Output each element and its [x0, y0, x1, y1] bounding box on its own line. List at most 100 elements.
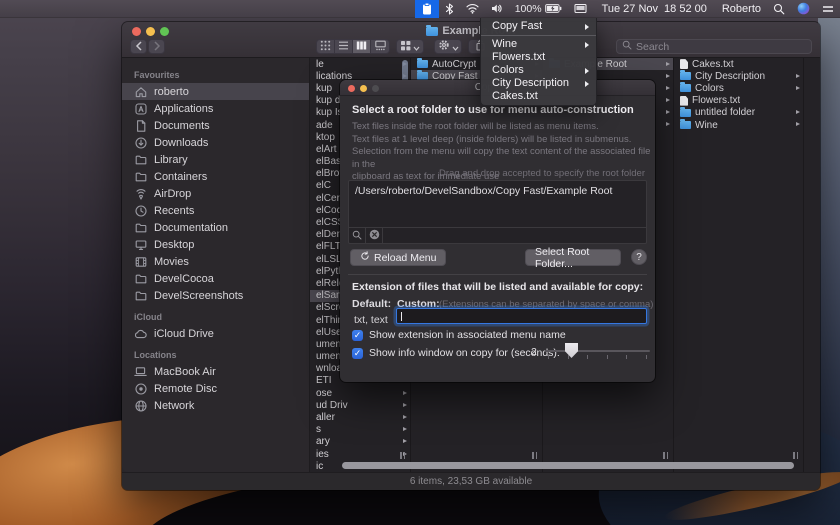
sidebar-item-label: Desktop — [154, 239, 194, 251]
desktop: 100% Tue 27 Nov 18 52 00 Roberto E — [0, 0, 840, 525]
back-button[interactable] — [130, 39, 147, 54]
menu-bar-user[interactable]: Roberto — [716, 0, 767, 18]
select-root-folder-button[interactable]: Select Root Folder... — [525, 249, 621, 266]
disclosure-arrow-icon — [796, 110, 800, 114]
show-extension-checkbox-row[interactable]: ✓ Show extension in associated menu name — [352, 329, 566, 341]
file-row-cakes-txt[interactable]: Cakes.txt — [674, 58, 803, 70]
gallery-view-icon — [375, 39, 386, 54]
disclosure-arrow-icon — [403, 403, 407, 407]
finder-titlebar[interactable]: Example Root — [122, 22, 820, 58]
file-row-wine[interactable]: Wine — [674, 119, 803, 131]
clear-button[interactable] — [366, 228, 383, 243]
view-list-button[interactable] — [335, 40, 353, 53]
status-item-volume[interactable] — [485, 0, 509, 18]
folder-icon — [417, 60, 428, 68]
horizontal-scrollbar[interactable] — [342, 462, 794, 469]
status-item-bluetooth[interactable] — [439, 0, 460, 18]
disclosure-arrow-icon — [666, 62, 670, 66]
menu-item-copy-fast[interactable]: Copy Fast — [481, 20, 596, 33]
menu-bar-clock[interactable]: Tue 27 Nov 18 52 00 — [593, 0, 716, 18]
sidebar-item-recents[interactable]: Recents — [122, 202, 309, 219]
sidebar-item-label: Downloads — [154, 137, 208, 149]
file-name: ary — [316, 436, 330, 447]
menu-item-wine[interactable]: Wine — [481, 38, 596, 51]
action-button[interactable] — [434, 39, 462, 54]
sidebar-item-downloads[interactable]: Downloads — [122, 134, 309, 151]
sidebar-item-desktop[interactable]: Desktop — [122, 236, 309, 253]
search-icon — [352, 227, 362, 245]
sidebar-item-documentation[interactable]: Documentation — [122, 219, 309, 236]
status-item-wifi[interactable] — [460, 0, 485, 18]
columns-view-icon — [356, 39, 367, 54]
sidebar-item-library[interactable]: Library — [122, 151, 309, 168]
file-row-ose[interactable]: ose — [310, 387, 410, 399]
file-row-ies[interactable]: ies — [310, 448, 410, 460]
file-row-aller[interactable]: aller — [310, 411, 410, 423]
sidebar-item-macbook-air[interactable]: MacBook Air — [122, 363, 309, 380]
status-item-spotlight[interactable] — [767, 0, 791, 18]
disclosure-arrow-icon — [403, 391, 407, 395]
sidebar-item-remote-disc[interactable]: Remote Disc — [122, 380, 309, 397]
show-info-window-checkbox-row[interactable]: ✓ Show info window on copy for (seconds)… — [352, 347, 560, 359]
view-columns-button[interactable] — [353, 40, 371, 53]
column-resize-handle[interactable] — [400, 452, 405, 459]
column-divider[interactable] — [803, 58, 804, 472]
folder-icon — [134, 153, 147, 166]
clock-date: Tue 27 Nov — [602, 3, 658, 15]
view-icons-button[interactable] — [317, 40, 335, 53]
sidebar-item-documents[interactable]: Documents — [122, 117, 309, 134]
column-resize-handle[interactable] — [532, 452, 537, 459]
file-name: ud Driv — [316, 400, 348, 411]
applications-icon — [134, 102, 147, 115]
file-name: elC — [316, 180, 331, 191]
search-input[interactable]: Search — [616, 39, 812, 54]
sidebar-item-develcocoa[interactable]: DevelCocoa — [122, 270, 309, 287]
reload-menu-button[interactable]: Reload Menu — [350, 249, 446, 266]
group-button[interactable] — [396, 39, 424, 54]
menu-separator — [481, 35, 596, 36]
file-name: elArt — [316, 144, 337, 155]
file-row-colors[interactable]: Colors — [674, 82, 803, 94]
column-resize-handle[interactable] — [663, 452, 668, 459]
sidebar-item-label: Containers — [154, 171, 207, 183]
slider-track[interactable] — [545, 350, 650, 352]
view-gallery-button[interactable] — [371, 40, 389, 53]
sidebar-item-network[interactable]: Network — [122, 397, 309, 414]
sidebar-item-label: AirDrop — [154, 188, 191, 200]
sidebar-item-movies[interactable]: Movies — [122, 253, 309, 270]
sidebar-item-applications[interactable]: Applications — [122, 100, 309, 117]
sidebar-item-containers[interactable]: Containers — [122, 168, 309, 185]
path-filter-field[interactable] — [349, 227, 646, 243]
file-row-ary[interactable]: ary — [310, 436, 410, 448]
checkbox-checked[interactable]: ✓ — [352, 348, 363, 359]
status-item-siri[interactable] — [791, 0, 816, 18]
sidebar-item-roberto[interactable]: roberto — [122, 83, 309, 100]
file-row-flowers-txt[interactable]: Flowers.txt — [674, 95, 803, 107]
custom-extensions-input[interactable] — [396, 308, 647, 324]
sidebar-item-icloud-drive[interactable]: iCloud Drive — [122, 325, 309, 342]
menu-item-flowers-txt[interactable]: Flowers.txt — [481, 51, 596, 64]
file-row-ud-driv[interactable]: ud Driv — [310, 399, 410, 411]
menu-item-cakes-txt[interactable]: Cakes.txt — [481, 90, 596, 103]
menu-item-city-description[interactable]: City Description — [481, 77, 596, 90]
help-button[interactable]: ? — [631, 249, 647, 265]
status-item-notification-center[interactable] — [816, 0, 840, 18]
sidebar-item-airdrop[interactable]: AirDrop — [122, 185, 309, 202]
seconds-slider[interactable] — [545, 342, 650, 360]
status-item-battery[interactable]: 100% — [509, 0, 568, 18]
sidebar-item-develscreenshots[interactable]: DevelScreenshots — [122, 287, 309, 304]
file-row-s[interactable]: s — [310, 424, 410, 436]
extensions-heading: Extension of files that will be listed a… — [352, 281, 643, 293]
status-item-copy-fast[interactable] — [415, 0, 439, 18]
forward-button[interactable] — [148, 39, 165, 54]
file-row-le[interactable]: le — [310, 58, 410, 70]
file-name: kup — [316, 83, 332, 94]
status-item-display[interactable] — [568, 0, 593, 18]
menu-item-colors[interactable]: Colors — [481, 64, 596, 77]
column-resize-handle[interactable] — [793, 452, 798, 459]
root-folder-dropzone[interactable]: /Users/roberto/DevelSandbox/Copy Fast/Ex… — [348, 180, 647, 244]
magnifier-button[interactable] — [349, 228, 366, 243]
file-row-untitled-folder[interactable]: untitled folder — [674, 107, 803, 119]
checkbox-checked[interactable]: ✓ — [352, 330, 363, 341]
file-row-city-description[interactable]: City Description — [674, 70, 803, 82]
